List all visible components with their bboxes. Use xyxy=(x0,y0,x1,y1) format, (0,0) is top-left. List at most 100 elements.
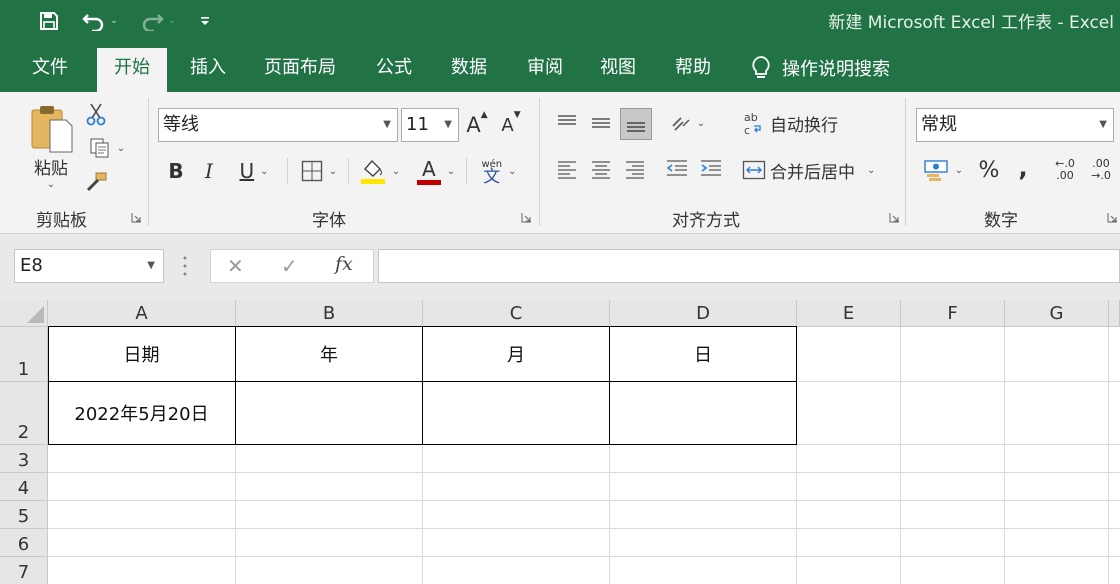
increase-indent-button[interactable] xyxy=(696,154,726,184)
top-align-button[interactable] xyxy=(552,108,582,138)
font-name-combo[interactable]: 等线 ▼ xyxy=(158,108,398,142)
chevron-down-icon[interactable]: ⌄ xyxy=(447,166,455,177)
comma-style-button[interactable]: , xyxy=(1010,152,1036,184)
grow-font-button[interactable]: A ▲ xyxy=(464,110,490,140)
row-header-3[interactable]: 3 xyxy=(0,445,48,473)
row-header-1[interactable]: 1 xyxy=(0,327,48,382)
formula-bar-resize-handle[interactable] xyxy=(183,254,187,278)
dialog-launcher-icon[interactable] xyxy=(521,212,532,223)
font-size-combo[interactable]: 11 ▼ xyxy=(401,108,459,142)
chevron-down-icon[interactable]: ▼ xyxy=(383,109,391,141)
dialog-launcher-icon[interactable] xyxy=(131,212,142,223)
orientation-button[interactable]: ⌄ xyxy=(664,108,710,138)
row-header-6[interactable]: 6 xyxy=(0,529,48,557)
chevron-down-icon[interactable]: ▼ xyxy=(444,109,452,141)
formula-input[interactable] xyxy=(378,249,1120,283)
column-header-d[interactable]: D xyxy=(610,300,797,327)
cell-d2[interactable] xyxy=(610,382,796,444)
accounting-format-button[interactable]: ⌄ xyxy=(918,154,968,186)
tab-home[interactable]: 开始 xyxy=(97,48,167,92)
column-header-a[interactable]: A xyxy=(48,300,236,327)
customize-qat-button[interactable] xyxy=(196,6,214,36)
column-header-g[interactable]: G xyxy=(1005,300,1109,327)
column-header-b[interactable]: B xyxy=(236,300,423,327)
chevron-down-icon[interactable]: ▼ xyxy=(1099,109,1107,141)
cell-b1[interactable]: 年 xyxy=(236,327,422,381)
cell-a2[interactable]: 2022年5月20日 xyxy=(48,382,235,444)
chevron-down-icon[interactable]: ⌄ xyxy=(168,16,176,26)
chevron-down-icon[interactable]: ⌄ xyxy=(260,166,268,177)
cell-c1[interactable]: 月 xyxy=(423,327,609,381)
chevron-down-icon[interactable]: ⌄ xyxy=(867,165,875,176)
column-header-f[interactable]: F xyxy=(901,300,1005,327)
column-header-c[interactable]: C xyxy=(423,300,610,327)
fill-color-button[interactable]: ⌄ xyxy=(356,154,404,188)
tab-data[interactable]: 数据 xyxy=(434,48,504,92)
align-right-button[interactable] xyxy=(620,154,650,184)
group-separator xyxy=(905,98,906,226)
redo-button[interactable]: ⌄ xyxy=(134,6,182,36)
copy-button[interactable]: ⌄ xyxy=(84,136,130,160)
chevron-down-icon[interactable]: ⌄ xyxy=(955,165,963,176)
borders-button[interactable]: ⌄ xyxy=(296,156,342,186)
shrink-font-button[interactable]: A ▼ xyxy=(498,110,524,140)
chevron-down-icon[interactable]: ▼ xyxy=(147,250,155,282)
column-header-e[interactable]: E xyxy=(797,300,901,327)
decrease-decimal-button[interactable]: .00 →.0 xyxy=(1084,154,1118,186)
middle-align-button[interactable] xyxy=(586,108,616,138)
chevron-down-icon[interactable]: ⌄ xyxy=(329,166,337,177)
increase-decimal-button[interactable]: ←.0 .00 xyxy=(1048,154,1082,186)
column-header-h[interactable] xyxy=(1109,300,1120,327)
underline-button[interactable]: U ⌄ xyxy=(230,156,278,186)
row-header-4[interactable]: 4 xyxy=(0,473,48,501)
decrease-indent-button[interactable] xyxy=(662,154,692,184)
font-color-button[interactable]: A ⌄ xyxy=(412,154,460,188)
cell-a1[interactable]: 日期 xyxy=(48,327,235,381)
phonetic-guide-button[interactable]: wén 文 ⌄ xyxy=(474,154,524,188)
worksheet-grid[interactable]: A B C D E F G 1 2 3 4 5 6 7 日期 年 月 日 202… xyxy=(0,300,1120,584)
undo-button[interactable]: ⌄ xyxy=(76,6,124,36)
select-all-button[interactable] xyxy=(0,300,48,327)
number-format-combo[interactable]: 常规 ▼ xyxy=(916,108,1114,142)
cut-button[interactable] xyxy=(84,102,108,126)
enter-entry-button[interactable]: ✓ xyxy=(281,254,298,278)
chevron-down-icon: ⌄ xyxy=(46,179,56,190)
row-header-7[interactable]: 7 xyxy=(0,557,48,584)
tab-page-layout[interactable]: 页面布局 xyxy=(247,48,353,92)
merge-center-button[interactable]: 合并后居中 ⌄ xyxy=(742,154,892,186)
dialog-launcher-icon[interactable] xyxy=(889,212,900,223)
tab-file[interactable]: 文件 xyxy=(15,48,85,92)
tab-insert[interactable]: 插入 xyxy=(173,48,243,92)
paste-button[interactable]: 粘贴 ⌄ xyxy=(26,100,76,194)
row-header-2[interactable]: 2 xyxy=(0,382,48,445)
cell-d1[interactable]: 日 xyxy=(610,327,796,381)
italic-button[interactable]: I xyxy=(198,156,220,186)
tab-view[interactable]: 视图 xyxy=(583,48,653,92)
format-painter-button[interactable] xyxy=(84,170,108,194)
tell-me-search[interactable]: 操作说明搜索 xyxy=(750,48,890,88)
dialog-launcher-icon[interactable] xyxy=(1107,212,1118,223)
row-header-5[interactable]: 5 xyxy=(0,501,48,529)
tab-help[interactable]: 帮助 xyxy=(658,48,728,92)
save-button[interactable] xyxy=(36,6,62,36)
tab-review[interactable]: 审阅 xyxy=(510,48,580,92)
cut-icon xyxy=(86,103,106,126)
chevron-down-icon[interactable]: ⌄ xyxy=(697,118,705,129)
chevron-down-icon[interactable]: ⌄ xyxy=(110,16,118,26)
chevron-down-icon[interactable]: ⌄ xyxy=(508,166,516,177)
name-box[interactable]: E8 ▼ xyxy=(14,249,164,283)
fill-color-icon xyxy=(360,159,385,184)
percent-style-button[interactable]: % xyxy=(974,154,1004,186)
cell-b2[interactable] xyxy=(236,382,422,444)
bold-button[interactable]: B xyxy=(164,156,188,186)
cancel-entry-button[interactable]: ✕ xyxy=(227,254,244,278)
tab-formulas[interactable]: 公式 xyxy=(359,48,429,92)
cell-c2[interactable] xyxy=(423,382,609,444)
align-center-button[interactable] xyxy=(586,154,616,184)
align-left-button[interactable] xyxy=(552,154,582,184)
bottom-align-button[interactable] xyxy=(620,108,652,140)
insert-function-button[interactable]: fx xyxy=(335,253,353,275)
wrap-text-button[interactable]: ab c 自动换行 xyxy=(742,108,852,138)
select-all-triangle-icon xyxy=(27,306,44,323)
chevron-down-icon[interactable]: ⌄ xyxy=(392,166,400,177)
